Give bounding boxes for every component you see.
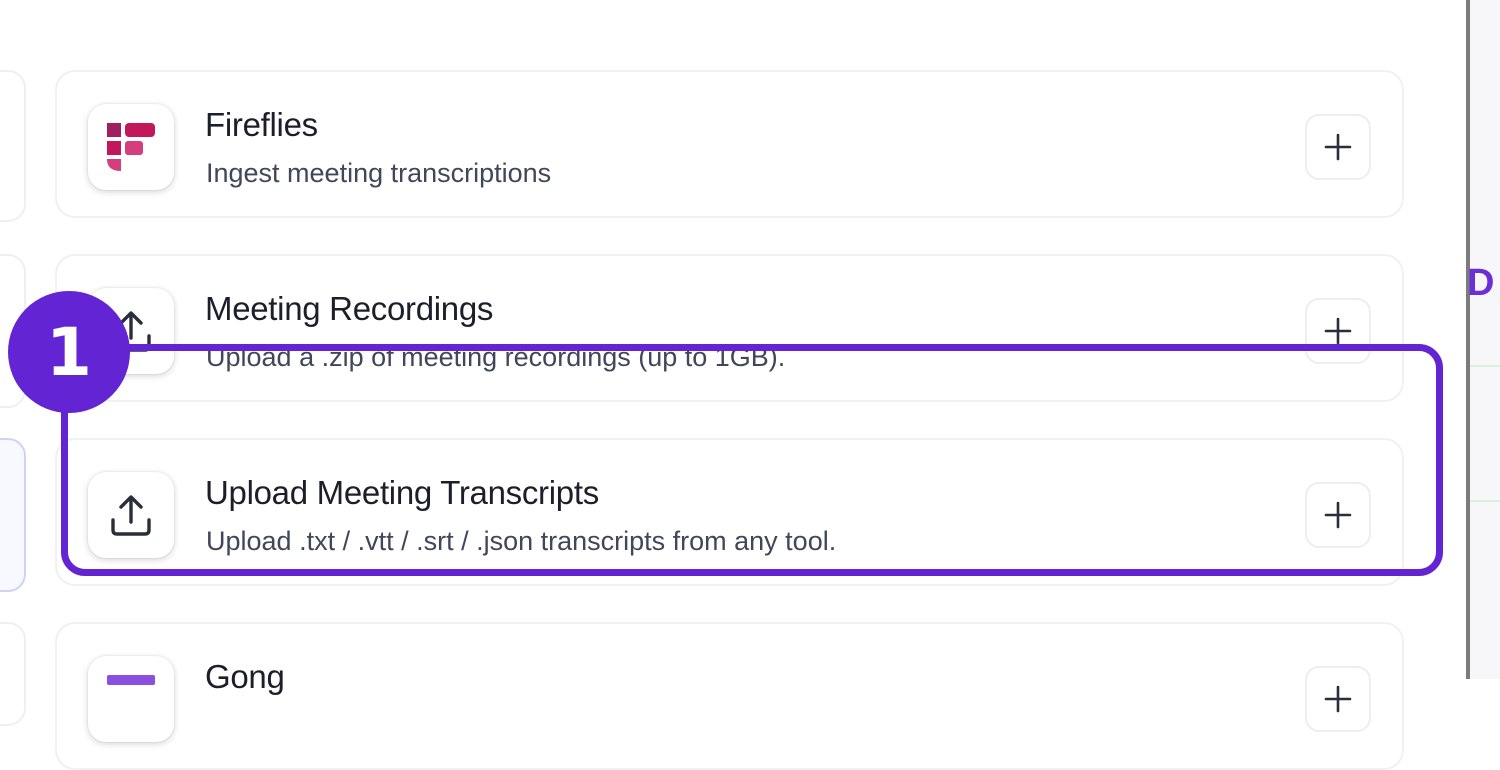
integration-description: Ingest meeting transcriptions	[206, 158, 552, 188]
background-panel-surface	[1470, 0, 1500, 679]
fireflies-logo-icon	[88, 104, 174, 190]
left-column-card-1[interactable]	[0, 70, 26, 222]
integration-title: Upload Meeting Transcripts	[205, 474, 599, 511]
background-panel-text: D	[1467, 262, 1495, 304]
plus-icon	[1324, 501, 1352, 529]
integration-card-meeting-recordings[interactable]: Meeting Recordings Upload a .zip of meet…	[55, 254, 1404, 402]
left-column-card-4[interactable]	[0, 622, 26, 726]
plus-icon	[1324, 317, 1352, 345]
divider	[1470, 500, 1500, 502]
step-number-badge: 1	[8, 291, 130, 413]
divider	[1470, 365, 1500, 367]
background-panel: D	[1466, 0, 1500, 679]
integration-title: Gong	[205, 658, 285, 695]
plus-icon	[1324, 133, 1352, 161]
integration-title: Fireflies	[205, 106, 318, 143]
integration-description: Upload .txt / .vtt / .srt / .json transc…	[206, 526, 837, 556]
add-gong-button[interactable]	[1305, 666, 1371, 732]
integration-card-upload-transcripts[interactable]: Upload Meeting Transcripts Upload .txt /…	[55, 438, 1404, 586]
add-meeting-recordings-button[interactable]	[1305, 298, 1371, 364]
plus-icon	[1324, 685, 1352, 713]
add-upload-transcripts-button[interactable]	[1305, 482, 1371, 548]
integration-description: Upload a .zip of meeting recordings (up …	[206, 342, 786, 372]
integration-card-fireflies[interactable]: Fireflies Ingest meeting transcriptions	[55, 70, 1404, 218]
upload-icon	[88, 472, 174, 558]
left-column-card-3-selected[interactable]	[0, 438, 26, 592]
integration-title: Meeting Recordings	[205, 290, 494, 327]
integration-card-gong[interactable]: Gong	[55, 622, 1404, 770]
gong-logo-icon	[88, 656, 174, 742]
add-fireflies-button[interactable]	[1305, 114, 1371, 180]
